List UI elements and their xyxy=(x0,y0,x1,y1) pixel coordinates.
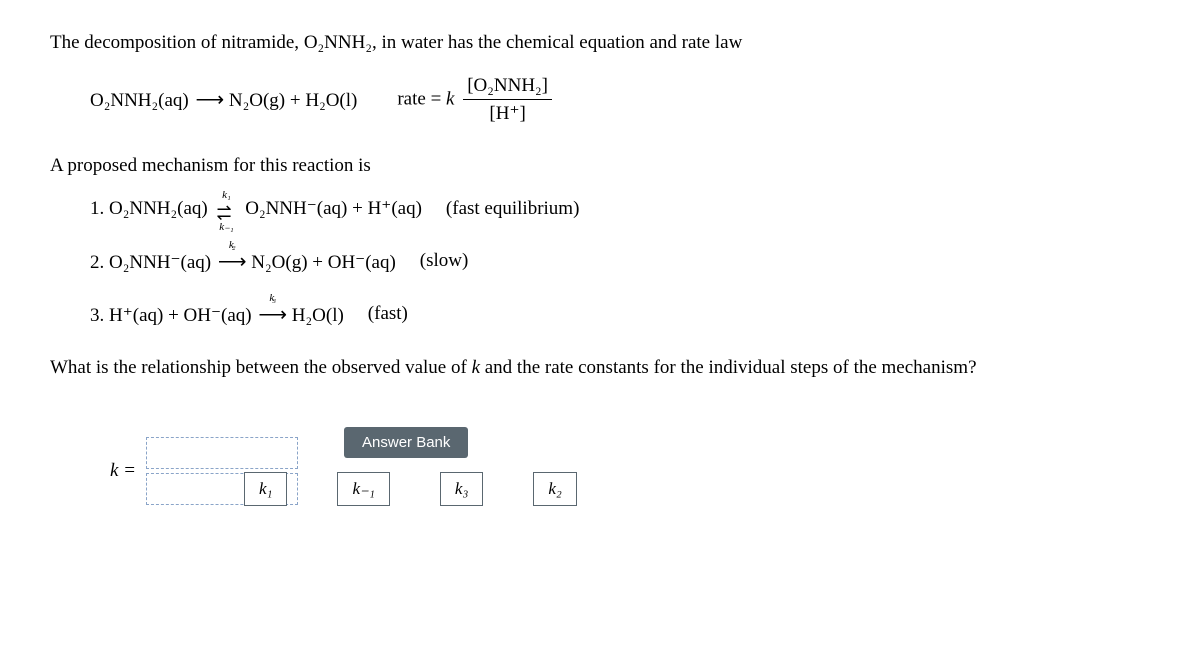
bank-item-k3[interactable]: k₃ xyxy=(440,472,483,506)
k-reverse-label: k₋₁ xyxy=(219,220,234,233)
question-part2: and the rate constants for the individua… xyxy=(480,357,977,378)
step-lhs: H⁺(aq) + OH⁻(aq) xyxy=(109,305,252,326)
overall-equation: O₂NNH₂(aq) ⟶ N₂O(g) + H₂O(l) rate = k [O… xyxy=(90,75,1150,125)
rate-denominator: [H⁺] xyxy=(463,100,552,125)
step-note: (fast) xyxy=(368,303,408,325)
step-number: 2. xyxy=(90,252,109,273)
mechanism-step-2: 2. O₂NNH⁻(aq) k₂⟶ N₂O(g) + OH⁻(aq) (slow… xyxy=(90,249,1150,274)
step-note: (fast equilibrium) xyxy=(446,198,580,220)
bank-item-kneg1[interactable]: k₋₁ xyxy=(337,472,389,506)
k-equals-label: k = xyxy=(110,460,136,482)
question-k: k xyxy=(472,357,480,378)
k-label: k₃ xyxy=(269,292,274,304)
intro-text: The decomposition of nitramide, O₂NNH₂, … xyxy=(50,30,1150,57)
step-lhs: O₂NNH⁻(aq) xyxy=(109,252,211,273)
mechanism-step-1: 1. O₂NNH₂(aq) k₁ k₋₁ O₂NNH⁻(aq) + H⁺(aq)… xyxy=(90,197,1150,221)
intro-prefix: The decomposition of nitramide, xyxy=(50,32,304,53)
answer-bank-title: Answer Bank xyxy=(344,427,468,458)
answer-bank: Answer Bank k₁ k₋₁ k₃ k₂ xyxy=(334,427,577,506)
rate-label: rate = xyxy=(397,88,446,109)
question-part1: What is the relationship between the obs… xyxy=(50,357,472,378)
step-rhs: O₂NNH⁻(aq) + H⁺(aq) xyxy=(245,198,422,219)
step-rhs: N₂O(g) + OH⁻(aq) xyxy=(251,252,396,273)
step-rhs: H₂O(l) xyxy=(292,305,344,326)
step-note: (slow) xyxy=(420,250,469,272)
rate-law: rate = k [O₂NNH₂] [H⁺] xyxy=(397,75,556,125)
numerator-drop-slot[interactable] xyxy=(146,437,298,469)
reaction-arrow-icon: k₃⟶ xyxy=(258,302,285,327)
intro-species: O₂NNH₂ xyxy=(304,32,372,53)
mechanism-step-3: 3. H⁺(aq) + OH⁻(aq) k₃⟶ H₂O(l) (fast) xyxy=(90,302,1150,327)
step-number: 1. xyxy=(90,198,109,219)
reaction-arrow-icon: ⟶ xyxy=(195,87,222,112)
bank-item-k2[interactable]: k₂ xyxy=(533,472,576,506)
rate-numerator: [O₂NNH₂] xyxy=(463,75,552,100)
question-text: What is the relationship between the obs… xyxy=(50,355,1150,382)
step-lhs: O₂NNH₂(aq) xyxy=(109,198,208,219)
overall-rhs: N₂O(g) + H₂O(l) xyxy=(229,90,357,111)
bank-item-k1[interactable]: k₁ xyxy=(244,472,287,506)
intro-suffix: , in water has the chemical equation and… xyxy=(372,32,742,53)
overall-lhs: O₂NNH₂(aq) xyxy=(90,90,189,111)
step-number: 3. xyxy=(90,305,109,326)
reaction-arrow-icon: k₂⟶ xyxy=(218,249,245,274)
answer-zone: k = Answer Bank k₁ k₋₁ k₃ k₂ xyxy=(50,427,1150,506)
k-label: k₂ xyxy=(229,239,234,251)
mechanism-intro: A proposed mechanism for this reaction i… xyxy=(50,153,1150,180)
rate-k: k xyxy=(446,88,454,109)
